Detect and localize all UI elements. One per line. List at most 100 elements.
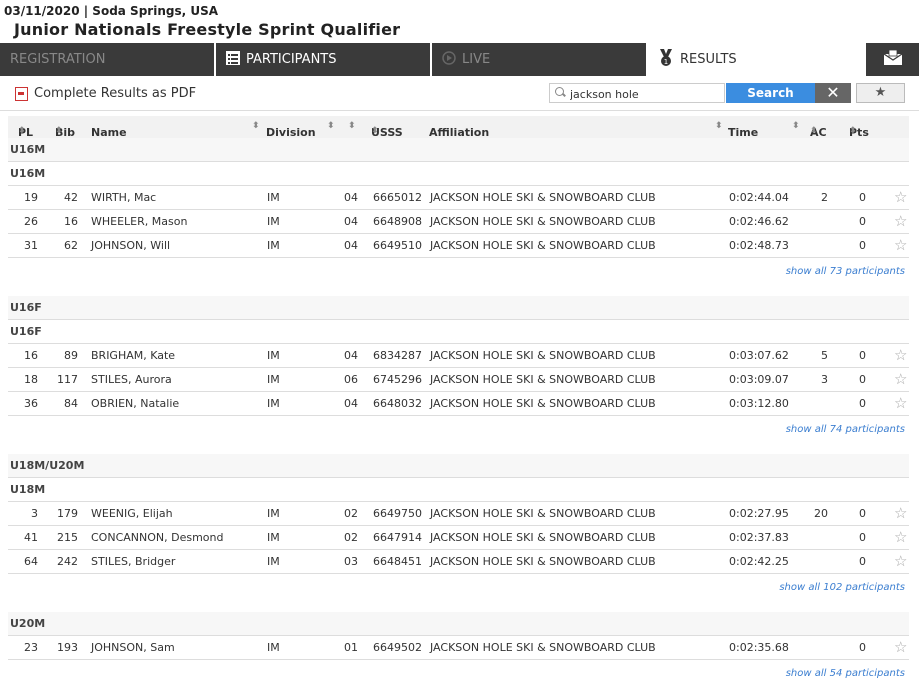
favorite-star-icon[interactable]: ☆	[894, 234, 907, 257]
favorite-star-icon[interactable]: ☆	[894, 526, 907, 549]
cell-affiliation: JACKSON HOLE SKI & SNOWBOARD CLUB	[430, 397, 656, 410]
cell-yob: 02	[344, 507, 358, 520]
cell-pl: 19	[24, 191, 38, 204]
cell-ussa: 6649510	[373, 239, 422, 252]
group-header: U16F	[8, 296, 909, 320]
table-row[interactable]: 16 89 BRIGHAM, Kate IM 04 6834287 JACKSO…	[8, 344, 909, 368]
table-row[interactable]: 64 242 STILES, Bridger IM 03 6648451 JAC…	[8, 550, 909, 574]
favorite-star-icon[interactable]: ☆	[894, 550, 907, 573]
time-sort-icon[interactable]: ⬍	[792, 121, 800, 131]
cell-pts: 0	[859, 507, 866, 520]
cell-name: JOHNSON, Sam	[91, 641, 175, 654]
tab-live[interactable]: LIVE	[432, 43, 648, 76]
table-row[interactable]: 36 84 OBRIEN, Natalie IM 04 6648032 JACK…	[8, 392, 909, 416]
group-header: U18M/U20M	[8, 454, 909, 478]
cell-yob: 04	[344, 397, 358, 410]
cell-yob: 04	[344, 239, 358, 252]
cell-affiliation: JACKSON HOLE SKI & SNOWBOARD CLUB	[430, 239, 656, 252]
cell-affiliation: JACKSON HOLE SKI & SNOWBOARD CLUB	[430, 555, 656, 568]
cell-pl: 23	[24, 641, 38, 654]
favorite-star-icon[interactable]: ☆	[894, 368, 907, 391]
cell-pts: 0	[859, 239, 866, 252]
cell-yob: 04	[344, 191, 358, 204]
show-all-participants-link[interactable]: show all 102 participants	[779, 582, 905, 593]
name-sort-icon[interactable]: ⬍	[252, 121, 260, 131]
tab-message[interactable]	[866, 43, 919, 76]
cell-pl: 16	[24, 349, 38, 362]
show-all-participants-link[interactable]: show all 74 participants	[786, 424, 905, 435]
cell-bib: 89	[64, 349, 78, 362]
cell-yob: 06	[344, 373, 358, 386]
affiliation-sort-icon[interactable]: ⬍	[715, 121, 723, 131]
favorite-star-icon[interactable]: ☆	[894, 186, 907, 209]
tab-participants[interactable]: PARTICIPANTS	[216, 43, 432, 76]
cell-ac: 2	[821, 191, 828, 204]
yob-sort-icon[interactable]: ⬍	[348, 121, 356, 131]
favorite-star-icon[interactable]: ☆	[894, 502, 907, 525]
cell-pts: 0	[859, 191, 866, 204]
cell-name: STILES, Bridger	[91, 555, 176, 568]
favorite-star-icon[interactable]: ☆	[894, 636, 907, 659]
cell-division: IM	[267, 397, 280, 410]
live-icon	[442, 50, 456, 69]
tab-results-label: RESULTS	[680, 52, 737, 67]
pdf-download-link[interactable]: Complete Results as PDF	[15, 86, 196, 101]
favorite-star-icon[interactable]: ☆	[894, 210, 907, 233]
cell-name: WIRTH, Mac	[91, 191, 157, 204]
table-row[interactable]: 3 179 WEENIG, Elijah IM 02 6649750 JACKS…	[8, 502, 909, 526]
cell-pts: 0	[859, 349, 866, 362]
table-row[interactable]: 31 62 JOHNSON, Will IM 04 6649510 JACKSO…	[8, 234, 909, 258]
cell-ac: 3	[821, 373, 828, 386]
cell-pl: 64	[24, 555, 38, 568]
show-all-container: show all 73 participants	[8, 258, 909, 294]
cell-ussa: 6647914	[373, 531, 422, 544]
svg-text:1: 1	[664, 58, 668, 66]
tab-registration[interactable]: REGISTRATION	[0, 43, 216, 76]
show-all-participants-link[interactable]: show all 73 participants	[786, 266, 905, 277]
table-row[interactable]: 23 193 JOHNSON, Sam IM 01 6649502 JACKSO…	[8, 636, 909, 660]
cell-division: IM	[267, 531, 280, 544]
cell-bib: 215	[57, 531, 78, 544]
cell-name: WEENIG, Elijah	[91, 507, 173, 520]
group-header: U20M	[8, 612, 909, 636]
cell-name: CONCANNON, Desmond	[91, 531, 224, 544]
cell-name: WHEELER, Mason	[91, 215, 188, 228]
cell-name: JOHNSON, Will	[91, 239, 171, 252]
favorites-button[interactable]: ★	[856, 83, 905, 103]
table-row[interactable]: 18 117 STILES, Aurora IM 06 6745296 JACK…	[8, 368, 909, 392]
table-row[interactable]: 26 16 WHEELER, Mason IM 04 6648908 JACKS…	[8, 210, 909, 234]
cell-time: 0:02:46.62	[729, 215, 789, 228]
cell-ussa: 6649750	[373, 507, 422, 520]
favorite-star-icon[interactable]: ☆	[894, 344, 907, 367]
tab-results[interactable]: 1 RESULTS	[648, 43, 866, 76]
results-table-body: U16M U16M 19 42 WIRTH, Mac IM 04 6665012 …	[8, 138, 909, 696]
cell-time: 0:02:48.73	[729, 239, 789, 252]
group-header: U16M	[8, 138, 909, 162]
cell-division: IM	[267, 349, 280, 362]
event-date-location: 03/11/2020 | Soda Springs, USA	[4, 4, 219, 18]
cell-ac: 20	[814, 507, 828, 520]
search-input[interactable]	[549, 83, 725, 103]
cell-time: 0:02:35.68	[729, 641, 789, 654]
cell-yob: 03	[344, 555, 358, 568]
show-all-container: show all 54 participants	[8, 660, 909, 696]
table-row[interactable]: 41 215 CONCANNON, Desmond IM 02 6647914 …	[8, 526, 909, 550]
pdf-icon	[15, 86, 28, 101]
show-all-participants-link[interactable]: show all 54 participants	[786, 668, 905, 679]
cell-pl: 26	[24, 215, 38, 228]
clear-search-button[interactable]: ✕	[815, 83, 851, 103]
subgroup-header: U16M	[8, 162, 909, 186]
favorite-star-icon[interactable]: ☆	[894, 392, 907, 415]
division-sort-icon[interactable]: ⬍	[327, 121, 335, 131]
cell-pl: 36	[24, 397, 38, 410]
tab-registration-label: REGISTRATION	[10, 52, 106, 67]
pdf-label: Complete Results as PDF	[34, 86, 197, 101]
cell-bib: 16	[64, 215, 78, 228]
cell-bib: 117	[57, 373, 78, 386]
cell-time: 0:02:27.95	[729, 507, 789, 520]
results-table-header: PL ⬍ Bib ⬍ Name ⬍ Division ⬍ ⬍ USSS # ⬍ …	[8, 116, 909, 152]
table-row[interactable]: 19 42 WIRTH, Mac IM 04 6665012 JACKSON H…	[8, 186, 909, 210]
cell-pts: 0	[859, 397, 866, 410]
search-button[interactable]: Search	[726, 83, 815, 103]
cell-division: IM	[267, 373, 280, 386]
